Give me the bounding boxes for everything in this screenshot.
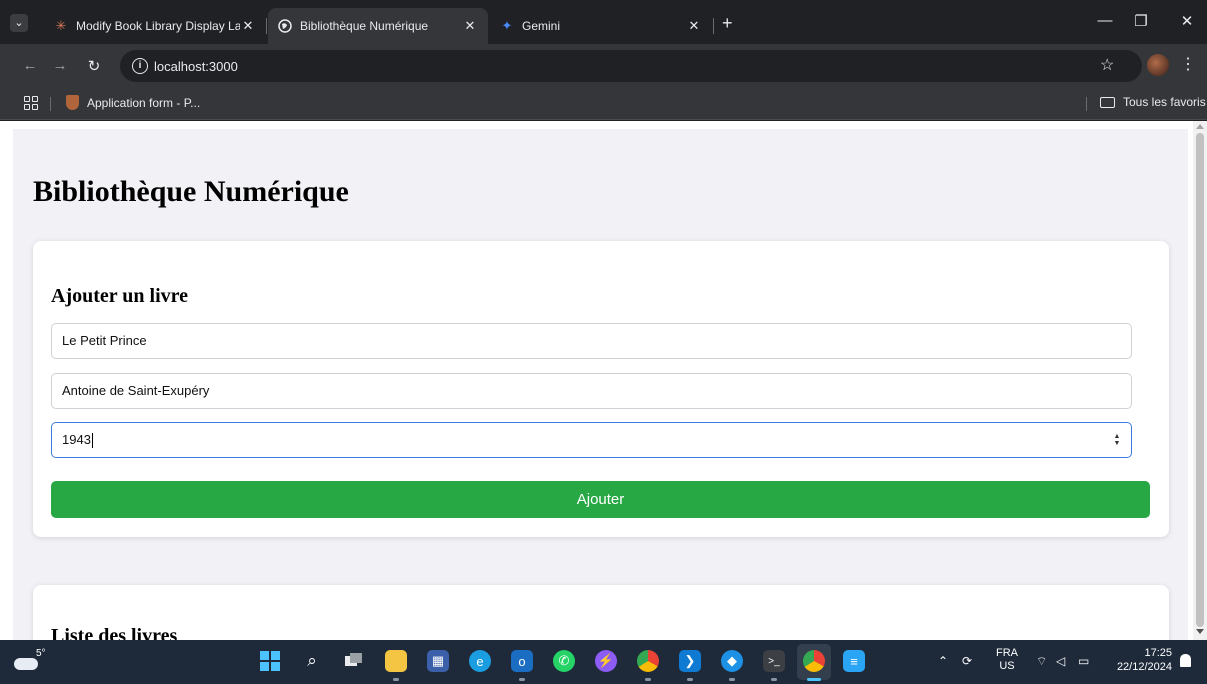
add-book-card: Ajouter un livre Le Petit Prince Antoine…: [33, 241, 1169, 537]
claude-sparkle-icon: ✳: [55, 18, 67, 33]
volume-icon[interactable]: ◁: [1056, 654, 1065, 668]
browser-toolbar: ← → ↻ i localhost:3000 ☆ ⋮: [0, 44, 1207, 88]
bookmark-application-form[interactable]: Application form - P...: [66, 95, 200, 110]
book-list-card: Liste des livres: [33, 585, 1169, 640]
file-explorer-icon[interactable]: [385, 650, 407, 672]
add-book-heading: Ajouter un livre: [51, 285, 189, 307]
number-spinner-icon[interactable]: ▲ ▼: [1112, 432, 1122, 448]
cloud-icon: [14, 658, 38, 670]
tab-strip: ⌄ ✳ Modify Book Library Display La ✕ Bib…: [0, 0, 1207, 44]
tab-search-button[interactable]: ⌄: [10, 14, 28, 32]
new-tab-button[interactable]: +: [722, 14, 733, 32]
notification-bell-icon[interactable]: [1180, 654, 1191, 667]
whatsapp-icon[interactable]: ✆: [553, 650, 575, 672]
app-container: Bibliothèque Numérique Ajouter un livre …: [13, 129, 1188, 640]
running-indicator: [729, 678, 735, 681]
active-indicator: [807, 678, 821, 681]
close-tab-icon[interactable]: ✕: [462, 18, 478, 34]
tab-bibliotheque[interactable]: Bibliothèque Numérique ✕: [268, 8, 488, 44]
tab-gemini[interactable]: ✦ Gemini ✕: [490, 8, 712, 44]
language-indicator[interactable]: FRA US: [996, 647, 1018, 673]
running-indicator: [687, 678, 693, 681]
apps-grid-icon[interactable]: [24, 96, 38, 110]
book-title-input[interactable]: Le Petit Prince: [51, 323, 1132, 359]
running-indicator: [393, 678, 399, 681]
back-icon[interactable]: ←: [20, 57, 40, 74]
weather-widget[interactable]: 5°: [12, 648, 52, 676]
windows-taskbar: 5° ⌕ ▦ e o ✆ ⚡ ❯ ◆ >_ ≡ ⌃ ⟳ FRA US ⌔ ◁ ▭…: [0, 640, 1207, 684]
task-view-icon[interactable]: [343, 650, 365, 672]
clock-date: 22/12/2024: [1116, 661, 1172, 673]
scroll-thumb[interactable]: [1196, 133, 1204, 627]
book-title-value: Le Petit Prince: [62, 333, 147, 348]
clock-time: 17:25: [1144, 647, 1172, 659]
book-author-input[interactable]: Antoine de Saint-Exupéry: [51, 373, 1132, 409]
notepad-icon[interactable]: ≡: [843, 650, 865, 672]
windows-start-icon[interactable]: [259, 650, 281, 672]
text-caret: [91, 433, 93, 449]
tab-separator: [266, 18, 267, 34]
scroll-up-arrow-icon[interactable]: [1196, 124, 1204, 129]
wifi-icon[interactable]: ⌔: [1036, 654, 1047, 669]
outlook-icon[interactable]: o: [511, 650, 533, 672]
reload-icon[interactable]: ↻: [84, 57, 104, 75]
chrome-profile-icon[interactable]: [637, 650, 659, 672]
tab-title: Modify Book Library Display La: [76, 19, 240, 33]
book-author-value: Antoine de Saint-Exupéry: [62, 383, 210, 398]
search-icon[interactable]: ⌕: [301, 650, 323, 672]
bookmark-separator: [1086, 97, 1087, 111]
site-info-icon[interactable]: i: [132, 58, 148, 74]
book-list-heading: Liste des livres: [51, 625, 178, 640]
all-bookmarks-label: Tous les favoris: [1123, 95, 1206, 109]
weather-temp: 5°: [36, 648, 46, 659]
sync-icon[interactable]: ⟳: [962, 654, 972, 668]
page-scrollbar[interactable]: [1193, 121, 1207, 640]
folder-icon: [1100, 96, 1115, 108]
bookmark-label: Application form - P...: [87, 95, 201, 110]
close-window-button[interactable]: ✕: [1172, 12, 1202, 30]
globe-icon: [278, 19, 292, 33]
url-text[interactable]: localhost:3000: [154, 59, 238, 74]
keyboard-layout: US: [999, 660, 1015, 672]
forward-icon[interactable]: →: [50, 57, 70, 74]
running-indicator: [519, 678, 525, 681]
running-indicator: [645, 678, 651, 681]
all-bookmarks-button[interactable]: Tous les favoris: [1100, 95, 1206, 109]
add-book-button[interactable]: Ajouter: [51, 481, 1150, 518]
scroll-down-arrow-icon[interactable]: [1196, 629, 1204, 634]
restore-button[interactable]: ❐: [1126, 12, 1156, 30]
tab-title: Bibliothèque Numérique: [300, 19, 429, 33]
book-year-value: 1943: [62, 432, 91, 447]
tab-separator: [713, 18, 714, 34]
gemini-star-icon: ✦: [501, 18, 513, 33]
language-code: FRA: [996, 647, 1018, 659]
book-year-input[interactable]: 1943 ▲ ▼: [51, 422, 1132, 458]
messenger-icon[interactable]: ⚡: [595, 650, 617, 672]
running-indicator: [771, 678, 777, 681]
profile-avatar[interactable]: [1147, 54, 1169, 76]
battery-icon[interactable]: ▭: [1078, 654, 1089, 668]
microsoft-store-icon[interactable]: ▦: [427, 650, 449, 672]
clock[interactable]: 17:25 22/12/2024: [1110, 646, 1172, 674]
close-tab-icon[interactable]: ✕: [686, 18, 702, 34]
bookmarks-bar: Application form - P... Tous les favoris: [0, 88, 1207, 120]
tab-claude[interactable]: ✳ Modify Book Library Display La ✕: [44, 8, 266, 44]
edge-icon[interactable]: e: [469, 650, 491, 672]
page-title: Bibliothèque Numérique: [33, 175, 349, 208]
chevron-up-icon[interactable]: ⌃: [938, 654, 948, 668]
bookmark-separator: [50, 97, 51, 111]
bookmark-star-icon[interactable]: ☆: [1100, 55, 1114, 75]
menu-kebab-icon[interactable]: ⋮: [1180, 54, 1196, 74]
shield-icon: [66, 95, 79, 110]
address-bar[interactable]: i localhost:3000: [120, 50, 1142, 82]
vscode-icon[interactable]: ❯: [679, 650, 701, 672]
tab-title: Gemini: [522, 19, 561, 33]
page-viewport: Bibliothèque Numérique Ajouter un livre …: [0, 121, 1207, 640]
minimize-button[interactable]: —: [1090, 12, 1120, 29]
docker-icon[interactable]: ◆: [721, 650, 743, 672]
close-tab-icon[interactable]: ✕: [240, 18, 256, 34]
terminal-icon[interactable]: >_: [763, 650, 785, 672]
chrome-icon[interactable]: [803, 650, 825, 672]
